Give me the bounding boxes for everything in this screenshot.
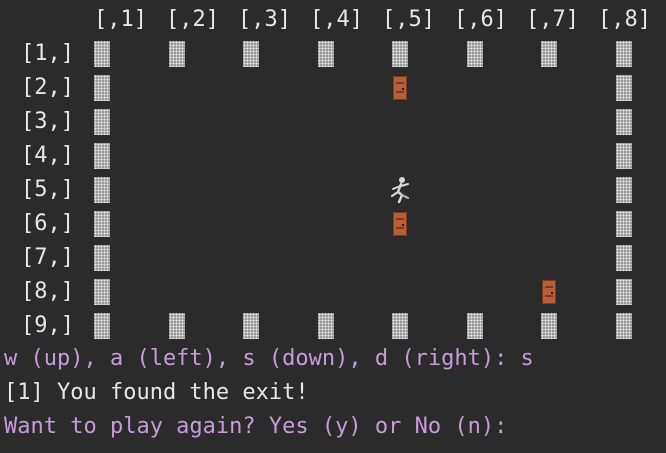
column-header-1: [,1] xyxy=(94,7,147,32)
player-runner-icon xyxy=(388,176,412,204)
row-header-8: [8,] xyxy=(21,279,74,304)
wall-tile-icon xyxy=(94,279,110,305)
wall-tile-icon xyxy=(94,75,110,101)
wall-tile-icon xyxy=(94,177,110,203)
wall-tile-icon xyxy=(168,41,185,67)
door-icon xyxy=(393,212,407,236)
wall-tile-icon xyxy=(615,143,632,169)
wall-tile-icon xyxy=(541,313,557,339)
wall-tile-icon xyxy=(94,313,110,339)
row-header-4: [4,] xyxy=(21,143,74,168)
wall-tile-icon xyxy=(94,41,110,67)
wall-tile-icon xyxy=(615,279,632,305)
column-header-3: [,3] xyxy=(238,7,291,32)
wall-tile-icon xyxy=(615,75,632,101)
wall-tile-icon xyxy=(94,245,110,271)
wall-tile-icon xyxy=(615,109,632,135)
row-header-3: [3,] xyxy=(21,109,74,134)
wall-tile-icon xyxy=(317,313,334,339)
wall-tile-icon xyxy=(392,41,408,67)
column-header-6: [,6] xyxy=(454,7,507,32)
terminal-window: [,1] [,2] [,3] [,4] [,5] [,6] [,7] [,8] … xyxy=(0,0,666,453)
column-header-5: [,5] xyxy=(382,7,435,32)
wall-tile-icon xyxy=(615,245,632,271)
result-message: [1] You found the exit! xyxy=(4,380,309,405)
wall-tile-icon xyxy=(615,313,632,339)
wall-tile-icon xyxy=(541,41,557,67)
wall-tile-icon xyxy=(615,177,632,203)
row-header-6: [6,] xyxy=(21,211,74,236)
column-header-8: [,8] xyxy=(598,7,651,32)
wall-tile-icon xyxy=(317,41,334,67)
row-header-5: [5,] xyxy=(21,177,74,202)
wall-tile-icon xyxy=(615,211,632,237)
wall-tile-icon xyxy=(466,313,483,339)
column-header-4: [,4] xyxy=(310,7,363,32)
row-header-7: [7,] xyxy=(21,245,74,270)
column-header-2: [,2] xyxy=(166,7,219,32)
door-icon xyxy=(542,280,556,304)
column-header-7: [,7] xyxy=(526,7,579,32)
row-header-9: [9,] xyxy=(21,313,74,338)
wall-tile-icon xyxy=(168,313,185,339)
play-again-prompt[interactable]: Want to play again? Yes (y) or No (n): xyxy=(4,412,507,442)
controls-prompt: w (up), a (left), s (down), d (right): s xyxy=(4,346,534,371)
row-header-2: [2,] xyxy=(21,75,74,100)
door-icon xyxy=(393,76,407,100)
wall-tile-icon xyxy=(243,313,259,339)
wall-tile-icon xyxy=(94,211,110,237)
wall-tile-icon xyxy=(94,143,110,169)
row-header-1: [1,] xyxy=(21,41,74,66)
wall-tile-icon xyxy=(94,109,110,135)
wall-tile-icon xyxy=(615,41,632,67)
wall-tile-icon xyxy=(243,41,259,67)
wall-tile-icon xyxy=(392,313,408,339)
wall-tile-icon xyxy=(466,41,483,67)
